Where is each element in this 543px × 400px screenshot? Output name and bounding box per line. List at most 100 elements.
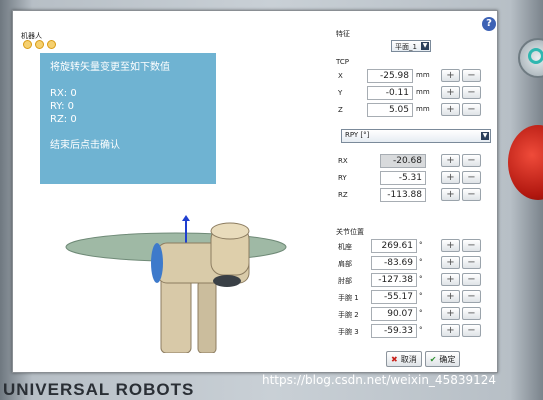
unit-label: ° bbox=[419, 326, 423, 334]
increase-elbow-button[interactable]: + bbox=[441, 273, 460, 286]
joint-name: 手腕 1 bbox=[338, 294, 359, 302]
increase-z-button[interactable]: + bbox=[441, 103, 460, 116]
rot-row-ry: RY -5.31 + − bbox=[336, 170, 494, 186]
rot-row-rx: RX -20.68 + − bbox=[336, 153, 494, 169]
unit-label: ° bbox=[419, 241, 423, 249]
watermark: https://blog.csdn.net/weixin_45839124 bbox=[262, 373, 497, 387]
decrease-base-button[interactable]: − bbox=[462, 239, 481, 252]
joint-row: 手腕 3 -59.33 ° + − bbox=[336, 323, 494, 339]
increase-wrist2-button[interactable]: + bbox=[441, 307, 460, 320]
decrease-ry-button[interactable]: − bbox=[462, 171, 481, 184]
instruction-rz: RZ: 0 bbox=[50, 114, 77, 125]
tcp-y-input[interactable]: -0.11 bbox=[367, 86, 413, 100]
joint-wrist1-input[interactable]: -55.17 bbox=[371, 290, 417, 304]
instruction-ry: RY: 0 bbox=[50, 101, 74, 112]
unit-label: ° bbox=[419, 309, 423, 317]
zoom-toolbar bbox=[23, 40, 56, 49]
joint-wrist3-input[interactable]: -59.33 bbox=[371, 324, 417, 338]
decrease-x-button[interactable]: − bbox=[462, 69, 481, 82]
cancel-button[interactable]: ✖ 取消 bbox=[386, 351, 422, 367]
tcp-z-input[interactable]: 5.05 bbox=[367, 103, 413, 117]
joint-name: 肘部 bbox=[338, 277, 352, 285]
unit-label: mm bbox=[416, 105, 430, 113]
instruction-rx: RX: 0 bbox=[50, 88, 77, 99]
unit-label: mm bbox=[416, 71, 430, 79]
unit-label: ° bbox=[419, 258, 423, 266]
joint-wrist2-input[interactable]: 90.07 bbox=[371, 307, 417, 321]
tcp-label: TCP bbox=[336, 58, 349, 66]
axis-label: X bbox=[338, 72, 343, 80]
zoom-fit-icon[interactable] bbox=[23, 40, 32, 49]
instruction-title: 将旋转矢量变更至如下数值 bbox=[50, 62, 170, 73]
zoom-out-icon[interactable] bbox=[47, 40, 56, 49]
decrease-y-button[interactable]: − bbox=[462, 86, 481, 99]
ry-input[interactable]: -5.31 bbox=[380, 171, 426, 185]
decrease-rx-button[interactable]: − bbox=[462, 154, 481, 167]
joint-row: 手腕 2 90.07 ° + − bbox=[336, 306, 494, 322]
zoom-in-icon[interactable] bbox=[35, 40, 44, 49]
increase-rx-button[interactable]: + bbox=[441, 154, 460, 167]
decrease-shoulder-button[interactable]: − bbox=[462, 256, 481, 269]
feature-label: 特征 bbox=[336, 30, 350, 38]
ok-label: 确定 bbox=[439, 354, 456, 364]
unit-label: ° bbox=[419, 275, 423, 283]
screen: ? 机器人 将旋转矢量变更至如下数值 RX: 0 RY: 0 RZ: 0 结束后… bbox=[12, 10, 498, 373]
increase-x-button[interactable]: + bbox=[441, 69, 460, 82]
joint-name: 手腕 2 bbox=[338, 311, 359, 319]
feature-select-value: 平面_1 bbox=[395, 43, 417, 51]
joint-name: 手腕 3 bbox=[338, 328, 359, 336]
dialog-actions: ✖ 取消 ✔ 确定 bbox=[386, 351, 461, 367]
cancel-label: 取消 bbox=[400, 354, 417, 364]
increase-wrist3-button[interactable]: + bbox=[441, 324, 460, 337]
instruction-box: 将旋转矢量变更至如下数值 RX: 0 RY: 0 RZ: 0 结束后点击确认 bbox=[40, 53, 216, 184]
tcp-row-x: X -25.98 mm + − bbox=[336, 68, 494, 84]
axis-label: RY bbox=[338, 174, 347, 182]
increase-rz-button[interactable]: + bbox=[441, 188, 460, 201]
axis-label: Y bbox=[338, 89, 343, 97]
decrease-wrist2-button[interactable]: − bbox=[462, 307, 481, 320]
instruction-footer: 结束后点击确认 bbox=[50, 140, 120, 151]
rz-input[interactable]: -113.88 bbox=[380, 188, 426, 202]
joint-row: 肘部 -127.38 ° + − bbox=[336, 272, 494, 288]
joint-elbow-input[interactable]: -127.38 bbox=[371, 273, 417, 287]
joint-name: 机座 bbox=[338, 243, 352, 251]
decrease-wrist3-button[interactable]: − bbox=[462, 324, 481, 337]
unit-label: ° bbox=[419, 292, 423, 300]
axis-label: RX bbox=[338, 157, 348, 165]
joint-row: 手腕 1 -55.17 ° + − bbox=[336, 289, 494, 305]
robot-3d-view[interactable] bbox=[61, 215, 291, 353]
feature-select[interactable]: 平面_1 ▼ bbox=[391, 40, 431, 52]
brand-logo: UNIVERSAL ROBOTS bbox=[3, 380, 195, 399]
axis-label: RZ bbox=[338, 191, 348, 199]
increase-y-button[interactable]: + bbox=[441, 86, 460, 99]
joint-shoulder-input[interactable]: -83.69 bbox=[371, 256, 417, 270]
decrease-wrist1-button[interactable]: − bbox=[462, 290, 481, 303]
increase-base-button[interactable]: + bbox=[441, 239, 460, 252]
decrease-rz-button[interactable]: − bbox=[462, 188, 481, 201]
unit-label: mm bbox=[416, 88, 430, 96]
chevron-down-icon: ▼ bbox=[481, 132, 489, 140]
close-icon: ✖ bbox=[391, 354, 398, 364]
increase-ry-button[interactable]: + bbox=[441, 171, 460, 184]
increase-wrist1-button[interactable]: + bbox=[441, 290, 460, 303]
power-icon bbox=[528, 48, 543, 64]
robot-view-panel: 机器人 将旋转矢量变更至如下数值 RX: 0 RY: 0 RZ: 0 结束后点击… bbox=[16, 25, 332, 353]
joint-base-input[interactable]: 269.61 bbox=[371, 239, 417, 253]
rotation-mode-select[interactable]: RPY [°] ▼ bbox=[341, 129, 491, 143]
rot-row-rz: RZ -113.88 + − bbox=[336, 187, 494, 203]
increase-shoulder-button[interactable]: + bbox=[441, 256, 460, 269]
decrease-z-button[interactable]: − bbox=[462, 103, 481, 116]
chevron-down-icon: ▼ bbox=[421, 42, 429, 50]
joint-positions-label: 关节位置 bbox=[336, 228, 364, 236]
joint-row: 肩部 -83.69 ° + − bbox=[336, 255, 494, 271]
decrease-elbow-button[interactable]: − bbox=[462, 273, 481, 286]
ok-button[interactable]: ✔ 确定 bbox=[424, 351, 461, 367]
axis-label: Z bbox=[338, 106, 343, 114]
tcp-row-y: Y -0.11 mm + − bbox=[336, 85, 494, 101]
rx-input[interactable]: -20.68 bbox=[380, 154, 426, 168]
tcp-row-z: Z 5.05 mm + − bbox=[336, 102, 494, 118]
joint-row: 机座 269.61 ° + − bbox=[336, 238, 494, 254]
check-icon: ✔ bbox=[429, 354, 437, 364]
joint-name: 肩部 bbox=[338, 260, 352, 268]
tcp-x-input[interactable]: -25.98 bbox=[367, 69, 413, 83]
